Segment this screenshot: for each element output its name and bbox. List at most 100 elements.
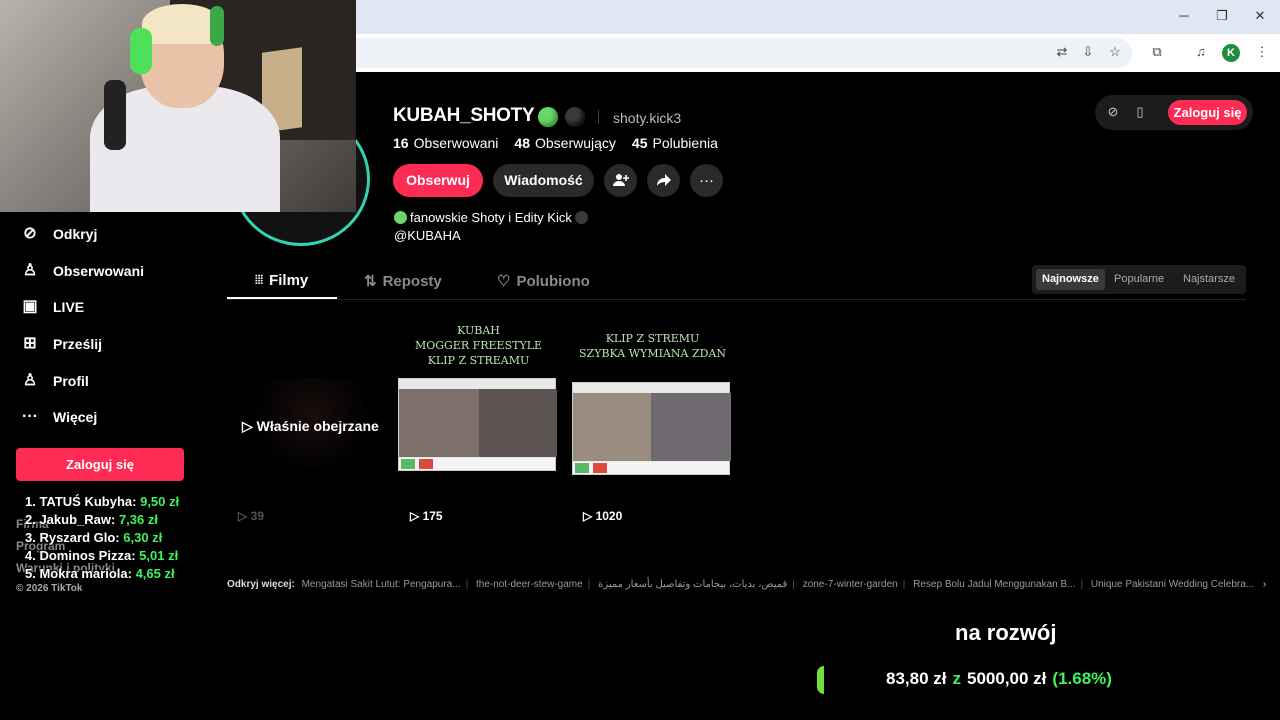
stat-likes: 45 Polubienia: [631, 135, 718, 151]
green-badge-icon: [538, 107, 558, 127]
video-title: KUBAH MOGGER FREESTYLE KLIP Z STREAMU: [397, 323, 560, 368]
profile-icon: ♙: [22, 372, 38, 389]
live-icon: ▣: [22, 298, 38, 315]
coin-icon[interactable]: ⊘: [1104, 103, 1122, 121]
headset-earcup: [130, 28, 152, 74]
sidebar-item-przeslij[interactable]: ⊞ Prześlij: [20, 332, 102, 356]
goal-title: na rozwój: [955, 620, 1057, 645]
video-thumbnail: [572, 382, 731, 475]
discover-link[interactable]: zone-7-winter-garden: [803, 579, 898, 590]
profile-username: KUBAH_SHOTY: [393, 105, 535, 126]
video-view-count: ▷ 1020: [583, 509, 623, 523]
compass-icon: ⊘: [23, 225, 37, 242]
tab-reposty[interactable]: ⇅ Reposty: [364, 272, 442, 291]
video-card[interactable]: KLIP Z STREMU SZYBKA WYMIANA ZDAŃ: [571, 318, 734, 502]
message-button[interactable]: Wiadomość: [493, 164, 594, 197]
profile-bio: fanowskie Shoty i Edity Kick: [394, 210, 588, 225]
video-card[interactable]: [227, 318, 390, 502]
media-icon[interactable]: ♫: [1192, 43, 1210, 61]
donor-row: 1. TATUŚ Kubyha: 9,50 zł: [25, 494, 180, 509]
minimize-icon[interactable]: ─: [1174, 8, 1194, 26]
sidebar-item-label: Obserwowani: [53, 263, 145, 279]
video-view-count: ▷ 39: [238, 509, 264, 523]
more-options-icon[interactable]: ···: [690, 164, 723, 197]
stat-followers[interactable]: 48 Obserwujący: [514, 135, 616, 151]
discover-link[interactable]: قميص، بديات، بيجامات وتفاصيل بأسعار مميز…: [598, 579, 787, 590]
extensions-icon[interactable]: ⧉: [1148, 43, 1166, 61]
upload-icon: ⊞: [23, 335, 37, 352]
translate-icon[interactable]: ⇄: [1053, 43, 1071, 61]
dark-dot-icon: [574, 211, 588, 224]
donor-row: 5. Mokra mariola: 4,65 zł: [25, 566, 175, 581]
discover-link[interactable]: Resep Bolu Jadul Menggunakan B...: [913, 579, 1075, 590]
profile-nickname: shoty.kick3: [613, 110, 682, 126]
copyright: © 2026 TikTok: [16, 583, 83, 594]
just-watched-label: ▷ Właśnie obejrzane: [242, 418, 379, 434]
browser-toolbar: ⇄ ⇩ ☆ ⧉ ♫ K ⋮: [356, 34, 1280, 72]
sort-oldest[interactable]: Najstarsze: [1177, 269, 1241, 290]
sidebar-item-label: Więcej: [53, 409, 98, 425]
tab-filmy[interactable]: ⦙⦙⦙ Filmy: [255, 272, 308, 289]
profile-avatar[interactable]: K: [1222, 44, 1240, 62]
follow-button[interactable]: Obserwuj: [393, 164, 483, 197]
sidebar-item-wiecej[interactable]: ··· Więcej: [20, 405, 97, 429]
green-dot-icon: [394, 211, 407, 224]
video-card[interactable]: KUBAH MOGGER FREESTYLE KLIP Z STREAMU: [397, 318, 560, 502]
following-icon: ♙: [22, 262, 38, 279]
address-bar[interactable]: [356, 38, 1132, 68]
divider: [598, 110, 599, 124]
sort-newest[interactable]: Najnowsze: [1036, 269, 1105, 290]
sidebar-item-label: Odkryj: [53, 226, 98, 242]
repost-icon: ⇅: [364, 273, 377, 290]
discover-link[interactable]: Mengatasi Sakit Lutut: Pengapura...: [302, 579, 461, 590]
dark-badge-icon: [565, 107, 585, 127]
sidebar-item-live[interactable]: ▣ LIVE: [20, 295, 84, 319]
tabs-divider: [227, 299, 1246, 300]
share-icon[interactable]: [647, 164, 680, 197]
video-title-line: MOGGER FREESTYLE: [414, 339, 543, 352]
video-title-line: KLIP Z STREAMU: [427, 354, 530, 367]
grid-icon: ⦙⦙⦙: [255, 273, 264, 287]
video-thumbnail: [398, 378, 557, 471]
more-icon: ···: [22, 408, 38, 425]
donor-row: 3. Ryszard Glo: 6,30 zł: [25, 530, 163, 545]
video-title-line: KLIP Z STREMU: [605, 332, 700, 345]
browser-titlebar: ─ ❐ ✕: [356, 0, 1280, 34]
video-title-line: SZYBKA WYMIANA ZDAŃ: [579, 347, 726, 360]
chevron-right-icon[interactable]: ›: [1263, 579, 1266, 590]
like-icon: ♡: [497, 273, 511, 290]
star-icon[interactable]: ☆: [1106, 43, 1124, 61]
donor-row: 2. Jakub_Raw: 7,36 zł: [25, 512, 158, 527]
headset-band: [210, 6, 224, 46]
phone-icon[interactable]: ▯: [1131, 103, 1149, 121]
discover-more: Odkryj więcej: Mengatasi Sakit Lutut: Pe…: [227, 579, 1267, 590]
profile-bio-handle: @KUBAHA: [394, 228, 461, 243]
video-title-line: KUBAH: [457, 324, 500, 337]
sort-popular[interactable]: Popularne: [1108, 269, 1170, 290]
microphone: [104, 80, 126, 150]
goal-progress-bar: [817, 666, 824, 694]
sidebar-item-odkryj[interactable]: ⊘ Odkryj: [20, 222, 97, 246]
discover-link[interactable]: the-not-deer-stew-game: [476, 579, 583, 590]
sidebar-item-label: Prześlij: [53, 336, 103, 352]
sidebar-item-profil[interactable]: ♙ Profil: [20, 369, 89, 393]
sidebar-item-label: Profil: [53, 373, 89, 389]
sidebar-login-button[interactable]: Zaloguj się: [16, 448, 184, 481]
webcam-overlay: [0, 0, 356, 212]
tab-polubiono[interactable]: ♡ Polubiono: [497, 272, 590, 291]
sidebar-item-obserwowani[interactable]: ♙ Obserwowani: [20, 259, 144, 283]
video-view-count: ▷ 175: [410, 509, 443, 523]
menu-icon[interactable]: ⋮: [1253, 43, 1271, 61]
stat-following[interactable]: 16 Obserwowani: [393, 135, 498, 151]
header-login-button[interactable]: Zaloguj się: [1168, 100, 1247, 125]
donor-row: 4. Dominos Pizza: 5,01 zł: [25, 548, 179, 563]
sidebar-item-label: LIVE: [53, 299, 85, 315]
install-icon[interactable]: ⇩: [1079, 43, 1097, 61]
profile-stats: 16 Obserwowani 48 Obserwujący 45 Polubienia: [393, 135, 718, 151]
discover-link[interactable]: Unique Pakistani Wedding Celebra...: [1091, 579, 1254, 590]
restore-icon[interactable]: ❐: [1212, 8, 1232, 26]
add-friend-icon[interactable]: [604, 164, 637, 197]
video-title: KLIP Z STREMU SZYBKA WYMIANA ZDAŃ: [571, 331, 734, 361]
close-icon[interactable]: ✕: [1250, 8, 1270, 26]
goal-progress-text: 83,80 zł z 5000,00 zł (1.68%): [886, 669, 1112, 688]
